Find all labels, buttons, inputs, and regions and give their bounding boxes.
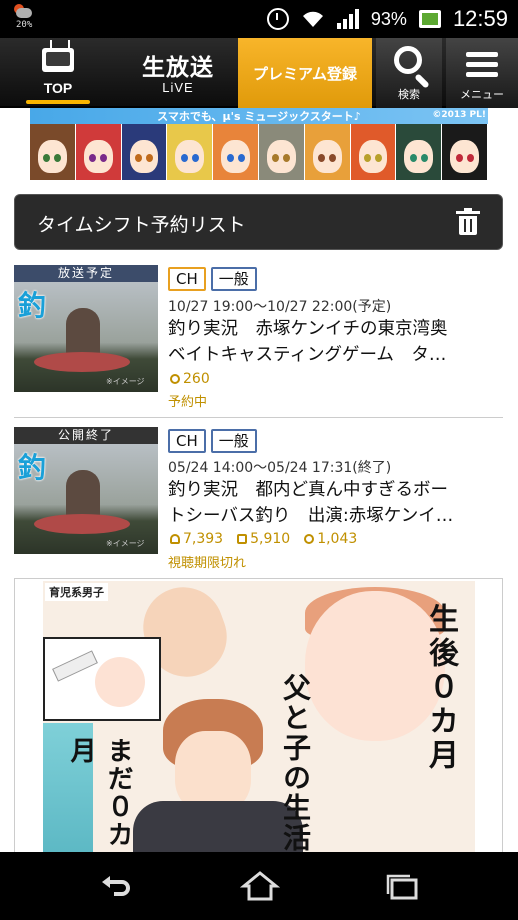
banner-copyright: ©2013 PL! xyxy=(432,110,486,120)
character-face xyxy=(121,124,168,180)
points-stat: 260 xyxy=(170,371,210,387)
image-logo: 釣 xyxy=(18,289,47,322)
program-title-line2: ベイトキャスティングゲーム タ… xyxy=(168,345,447,365)
character-face xyxy=(396,124,443,180)
image-logo: 釣 xyxy=(18,451,47,484)
battery-percent: 93% xyxy=(370,8,407,29)
channel-tag: CH xyxy=(168,267,206,291)
search-icon xyxy=(394,46,422,74)
signal-icon xyxy=(336,9,359,29)
comments-icon xyxy=(237,534,248,544)
tv-icon xyxy=(42,48,74,72)
menu-label: メニュー xyxy=(460,88,504,101)
ad-text-2: 父と子の生活 xyxy=(279,673,312,853)
tab-top-label: TOP xyxy=(43,80,73,96)
character-face xyxy=(304,124,351,180)
character-face xyxy=(258,124,305,180)
character-face xyxy=(75,124,122,180)
comments-stat: 5,910 xyxy=(237,531,290,547)
ad-banner[interactable]: 育児系男子 生後０カ月 父と子の生活 まだ０カ月 xyxy=(14,578,503,853)
promo-banner[interactable]: スマホでも、μ's ミュージックスタート♪ ©2013 PL! xyxy=(30,108,488,180)
points-icon xyxy=(304,534,315,544)
tab-top[interactable]: TOP xyxy=(18,44,98,104)
program-thumbnail[interactable]: 公開終了 釣 ※イメージ xyxy=(14,427,158,554)
recent-apps-icon[interactable] xyxy=(382,870,422,902)
thumb-label: 公開終了 xyxy=(14,427,158,444)
divider xyxy=(14,417,503,418)
tab-live-title: 生放送 xyxy=(142,55,214,81)
home-icon[interactable] xyxy=(240,870,280,902)
program-title-line1: 釣り実況 赤塚ケンイチの東京湾奥 xyxy=(168,319,448,339)
tab-live-sub: LiVE xyxy=(162,80,194,95)
program-time: 05/24 14:00〜05/24 17:31(終了) xyxy=(168,460,392,476)
timeshift-header: タイムシフト予約リスト xyxy=(14,194,503,250)
program-status: 予約中 xyxy=(168,395,208,410)
channel-tag: CH xyxy=(168,429,206,453)
timeshift-title: タイムシフト予約リスト xyxy=(37,214,246,236)
app-header: TOP 生放送 LiVE プレミアム登録 検索 メニュー xyxy=(0,38,518,108)
banner-faces xyxy=(30,124,488,180)
tab-top-highlight xyxy=(26,100,90,104)
program-item[interactable]: 公開終了 釣 ※イメージ CH 一般 05/24 14:00〜05/24 17:… xyxy=(0,427,518,575)
category-tag: 一般 xyxy=(210,429,257,453)
ad-tag: 育児系男子 xyxy=(45,583,108,601)
weather-percent: 20% xyxy=(16,20,33,30)
ad-text-3: まだ０カ月 xyxy=(66,737,133,849)
banner-text: スマホでも、μ's ミュージックスタート♪ xyxy=(157,110,361,123)
image-caption: ※イメージ xyxy=(106,539,145,548)
program-image: 釣 ※イメージ xyxy=(14,282,158,392)
viewers-icon xyxy=(170,534,180,544)
tab-live[interactable]: 生放送 LiVE xyxy=(130,48,226,104)
menu-icon xyxy=(466,52,498,82)
program-title-line2: トシーバス釣り 出演:赤塚ケンイ… xyxy=(168,506,454,526)
program-image: 釣 ※イメージ xyxy=(14,444,158,554)
menu-button[interactable]: メニュー xyxy=(446,38,518,108)
wifi-icon xyxy=(301,9,325,29)
points-icon xyxy=(170,374,180,384)
search-label: 検索 xyxy=(398,88,420,101)
character-face xyxy=(167,124,214,180)
back-icon[interactable] xyxy=(96,870,136,902)
ad-image: 育児系男子 生後０カ月 父と子の生活 まだ０カ月 xyxy=(43,581,475,853)
image-caption: ※イメージ xyxy=(106,377,145,386)
banner-strip: スマホでも、μ's ミュージックスタート♪ ©2013 PL! xyxy=(30,108,488,124)
system-nav-bar xyxy=(0,852,518,920)
clock: 12:59 xyxy=(452,6,508,31)
search-button[interactable]: 検索 xyxy=(376,38,442,108)
character-face xyxy=(213,124,259,180)
points-stat: 1,043 xyxy=(304,531,357,547)
program-status: 視聴期限切れ xyxy=(168,556,247,571)
viewers-stat: 7,393 xyxy=(170,531,223,547)
program-thumbnail[interactable]: 放送予定 釣 ※イメージ xyxy=(14,265,158,392)
program-title-line1: 釣り実況 都内ど真ん中すぎるボー xyxy=(168,480,448,500)
trash-icon[interactable] xyxy=(456,208,480,235)
category-tag: 一般 xyxy=(210,267,257,291)
premium-register-button[interactable]: プレミアム登録 xyxy=(238,38,372,108)
character-face xyxy=(350,124,397,180)
battery-icon xyxy=(418,10,441,28)
alarm-icon xyxy=(266,8,289,30)
ad-text-1: 生後０カ月 xyxy=(423,603,458,773)
thumb-label: 放送予定 xyxy=(14,265,158,282)
weather-icon: 20% xyxy=(14,4,44,34)
program-item[interactable]: 放送予定 釣 ※イメージ CH 一般 10/27 19:00〜10/27 22:… xyxy=(0,265,518,415)
program-time: 10/27 19:00〜10/27 22:00(予定) xyxy=(168,299,392,315)
character-face xyxy=(30,124,76,180)
status-bar: 20% 93% 12:59 xyxy=(0,0,518,38)
character-face xyxy=(442,124,488,180)
